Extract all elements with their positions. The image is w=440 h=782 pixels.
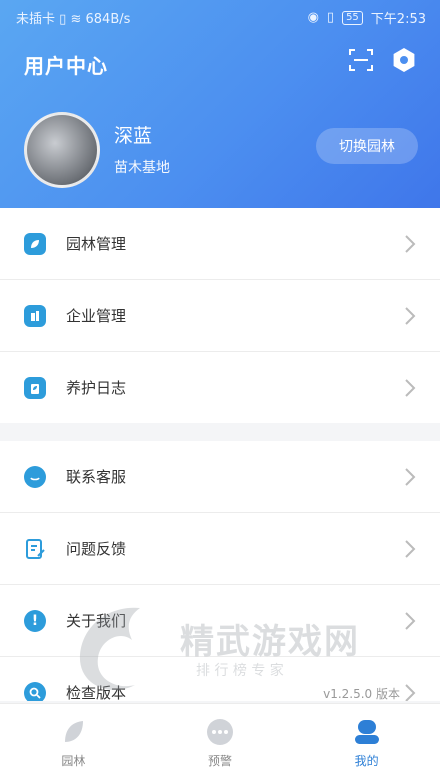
clock-text: 下午2:53 (370, 12, 426, 27)
switch-garden-button[interactable]: 切换园林 (316, 128, 418, 164)
profile-name: 深蓝 (114, 125, 153, 147)
clipboard-icon (24, 376, 46, 399)
info-icon: ! (24, 609, 46, 632)
status-right: ◉ ▯ 55 下午2:53 (308, 8, 426, 27)
menu-item-garden[interactable]: 园林管理 (0, 208, 440, 280)
scan-button[interactable] (347, 46, 375, 74)
menu-item-label: 检查版本 (66, 684, 127, 701)
chevron-right-icon (405, 235, 416, 253)
menu-item-label: 企业管理 (66, 307, 127, 325)
building-icon (24, 304, 46, 327)
vibrate-icon: ▯ (326, 10, 335, 25)
chevron-right-icon (405, 612, 416, 630)
leaf-tab-icon (65, 720, 84, 742)
status-left: 未插卡 ▯ ≋ 684B/s (16, 8, 130, 27)
menu-item-customer-service[interactable]: 联系客服 (0, 441, 440, 513)
profile-block: 深蓝 苗木基地 (24, 112, 170, 188)
version-text: v1.2.5.0 版本 (323, 687, 400, 701)
tab-mine[interactable]: 我的 (293, 704, 440, 782)
menu-item-enterprise[interactable]: 企业管理 (0, 280, 440, 352)
page-title: 用户中心 (24, 54, 108, 78)
search-icon (24, 681, 46, 701)
chevron-right-icon (405, 468, 416, 486)
scan-icon (349, 49, 373, 71)
menu-card-1: 园林管理 企业管理 养护日志 (0, 208, 440, 423)
avatar[interactable] (24, 112, 100, 188)
chevron-right-icon (405, 684, 416, 701)
menu-item-maintenance-log[interactable]: 养护日志 (0, 352, 440, 423)
chevron-right-icon (405, 307, 416, 325)
settings-button[interactable] (390, 46, 418, 74)
profile-text: 深蓝 苗木基地 (114, 123, 170, 177)
menu-item-about[interactable]: ! 关于我们 (0, 585, 440, 657)
chevron-right-icon (405, 540, 416, 558)
tab-bar: 园林 预警 我的 (0, 703, 440, 782)
chevron-right-icon (405, 379, 416, 397)
menu-item-label: 养护日志 (66, 379, 127, 397)
gear-icon (393, 48, 415, 72)
tab-label: 园林 (61, 753, 86, 768)
menu-item-label: 问题反馈 (66, 540, 127, 558)
battery-icon: 55 (342, 10, 363, 25)
menu-item-label: 关于我们 (66, 612, 127, 630)
eye-icon: ◉ (307, 10, 319, 25)
menu-item-label: 联系客服 (66, 468, 127, 486)
chat-icon (24, 465, 46, 488)
tab-garden[interactable]: 园林 (0, 704, 147, 782)
carrier-text: 未插卡 (16, 12, 56, 27)
tab-label: 预警 (208, 753, 233, 768)
network-speed: 684B/s (85, 12, 131, 27)
leaf-icon (24, 232, 46, 255)
tab-label: 我的 (354, 753, 379, 768)
tab-warning[interactable]: 预警 (147, 704, 294, 782)
menu-item-feedback[interactable]: 问题反馈 (0, 513, 440, 585)
status-bar: 未插卡 ▯ ≋ 684B/s ◉ ▯ 55 下午2:53 (0, 0, 440, 32)
edit-icon (24, 538, 46, 560)
wifi-icon: ≋ (70, 12, 82, 27)
menu-item-check-version[interactable]: 检查版本 v1.2.5.0 版本 (0, 657, 440, 701)
sim-icon: ▯ (59, 12, 67, 27)
menu-item-label: 园林管理 (66, 235, 127, 253)
user-icon (354, 719, 379, 744)
chat-dots-icon (207, 718, 233, 745)
menu-card-2: 联系客服 问题反馈 ! 关于我们 检查版本 v1.2.5.0 版本 (0, 441, 440, 701)
profile-subtitle: 苗木基地 (114, 160, 170, 176)
